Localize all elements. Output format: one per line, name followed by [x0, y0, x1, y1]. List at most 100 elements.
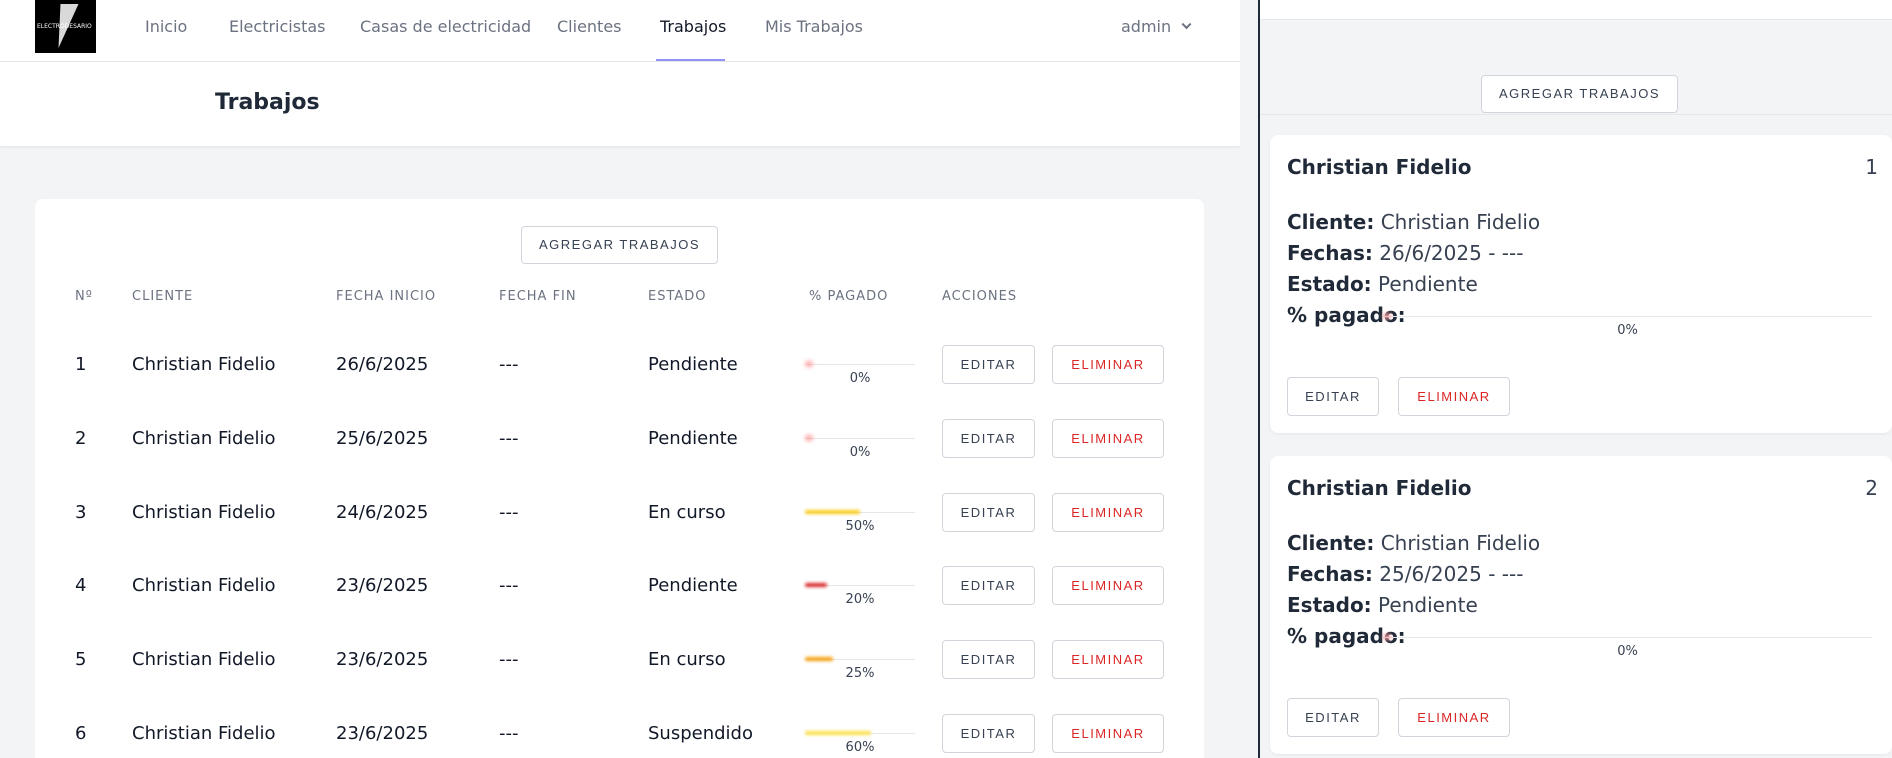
row-estado: Pendiente: [648, 575, 738, 596]
payment-progress-label: 0%: [1617, 323, 1638, 338]
col-header-number: Nº: [75, 289, 93, 304]
payment-progress-label: 20%: [845, 592, 875, 607]
delete-button[interactable]: ELIMINAR: [1052, 640, 1164, 679]
delete-button[interactable]: ELIMINAR: [1052, 419, 1164, 458]
payment-progress-bar: [805, 361, 915, 367]
job-card-title: Christian Fidelio: [1287, 476, 1472, 500]
row-cliente: Christian Fidelio: [132, 502, 276, 523]
row-cliente: Christian Fidelio: [132, 649, 276, 670]
row-fecha-inicio: 23/6/2025: [336, 723, 429, 744]
cliente-label: Cliente:: [1287, 210, 1375, 234]
payment-progress-bar: [805, 435, 915, 441]
edit-button[interactable]: EDITAR: [942, 345, 1035, 384]
delete-button[interactable]: ELIMINAR: [1052, 714, 1164, 753]
table-row: 4 Christian Fidelio 23/6/2025 --- Pendiente 2…: [35, 549, 1204, 623]
page-title: Trabajos: [215, 90, 320, 115]
job-card: Christian Fidelio 1 Cliente: Christian Fid…: [1270, 135, 1892, 433]
payment-progress-bar: [805, 657, 915, 661]
payment-progress-fill: [1383, 634, 1391, 640]
estado-value: Pendiente: [1378, 593, 1478, 617]
row-cliente: Christian Fidelio: [132, 428, 276, 449]
job-card-title: Christian Fidelio: [1287, 155, 1472, 179]
estado-value: Pendiente: [1378, 272, 1478, 296]
row-fecha-inicio: 23/6/2025: [336, 575, 429, 596]
payment-progress-label: 0%: [849, 371, 871, 386]
job-card-fechas: Fechas: 26/6/2025 - ---: [1287, 241, 1523, 265]
brand-logo[interactable]: ELECTRODESARIO: [35, 0, 96, 53]
row-cliente: Christian Fidelio: [132, 354, 276, 375]
nav-item-electricistas[interactable]: Electricistas: [229, 0, 325, 53]
row-estado: En curso: [648, 649, 726, 670]
job-card: Christian Fidelio 2 Cliente: Christian Fid…: [1270, 456, 1892, 754]
nav-item-inicio[interactable]: Inicio: [145, 0, 187, 53]
row-fecha-fin: ---: [499, 354, 519, 375]
cliente-label: Cliente:: [1287, 531, 1375, 555]
edit-button[interactable]: EDITAR: [942, 566, 1035, 605]
edit-button[interactable]: EDITAR: [942, 640, 1035, 679]
row-fecha-fin: ---: [499, 502, 519, 523]
row-number: 1: [75, 354, 87, 375]
mobile-add-bar: AGREGAR TRABAJOS: [1260, 20, 1892, 115]
chevron-down-icon: [1181, 19, 1192, 30]
row-estado: Suspendido: [648, 723, 753, 744]
payment-progress-fill: [805, 510, 860, 514]
job-card-cliente: Cliente: Christian Fidelio: [1287, 531, 1540, 555]
mobile-topbar: [1260, 0, 1892, 20]
row-estado: En curso: [648, 502, 726, 523]
top-navigation: ELECTRODESARIO Inicio Electricistas Casa…: [0, 0, 1240, 62]
jobs-table-card: AGREGAR TRABAJOS Nº CLIENTE FECHA INICIO…: [35, 199, 1204, 758]
row-cliente: Christian Fidelio: [132, 575, 276, 596]
mobile-add-job-button[interactable]: AGREGAR TRABAJOS: [1481, 75, 1678, 113]
edit-button[interactable]: EDITAR: [942, 493, 1035, 532]
edit-button[interactable]: EDITAR: [1287, 377, 1379, 416]
cliente-value: Christian Fidelio: [1380, 531, 1541, 555]
job-card-estado: Estado: Pendiente: [1287, 272, 1478, 296]
row-fecha-inicio: 23/6/2025: [336, 649, 429, 670]
row-fecha-fin: ---: [499, 723, 519, 744]
delete-button[interactable]: ELIMINAR: [1052, 566, 1164, 605]
estado-label: Estado:: [1287, 593, 1372, 617]
page-header: Trabajos: [0, 62, 1240, 146]
fechas-label: Fechas:: [1287, 562, 1373, 586]
col-header-acciones: ACCIONES: [942, 289, 1018, 304]
payment-progress-fill: [805, 361, 813, 367]
row-estado: Pendiente: [648, 354, 738, 375]
row-number: 4: [75, 575, 87, 596]
nav-item-trabajos[interactable]: Trabajos: [660, 0, 726, 53]
fechas-label: Fechas:: [1287, 241, 1373, 265]
table-row: 1 Christian Fidelio 26/6/2025 --- Pendiente 0…: [35, 328, 1204, 402]
row-fecha-inicio: 24/6/2025: [336, 502, 429, 523]
delete-button[interactable]: ELIMINAR: [1052, 493, 1164, 532]
delete-button[interactable]: ELIMINAR: [1052, 345, 1164, 384]
payment-progress-label: 25%: [845, 666, 875, 681]
fechas-value: 25/6/2025 - ---: [1379, 562, 1524, 586]
row-cliente: Christian Fidelio: [132, 723, 276, 744]
estado-label: Estado:: [1287, 272, 1372, 296]
user-menu[interactable]: admin: [1121, 0, 1192, 53]
row-estado: Pendiente: [648, 428, 738, 449]
logo-text: ELECTRODESARIO: [37, 23, 92, 30]
delete-button[interactable]: ELIMINAR: [1398, 377, 1510, 416]
fechas-value: 26/6/2025 - ---: [1379, 241, 1524, 265]
payment-progress-fill: [805, 731, 871, 735]
row-number: 6: [75, 723, 87, 744]
nav-item-mis-trabajos[interactable]: Mis Trabajos: [765, 0, 863, 53]
delete-button[interactable]: ELIMINAR: [1398, 698, 1510, 737]
add-job-button[interactable]: AGREGAR TRABAJOS: [521, 226, 718, 264]
cliente-value: Christian Fidelio: [1380, 210, 1541, 234]
nav-item-casas-de-electricidad[interactable]: Casas de electricidad: [360, 0, 531, 53]
payment-progress-fill: [805, 435, 813, 441]
edit-button[interactable]: EDITAR: [942, 714, 1035, 753]
edit-button[interactable]: EDITAR: [1287, 698, 1379, 737]
row-fecha-fin: ---: [499, 428, 519, 449]
desktop-view: ELECTRODESARIO Inicio Electricistas Casa…: [0, 0, 1240, 758]
edit-button[interactable]: EDITAR: [942, 419, 1035, 458]
table-row: 5 Christian Fidelio 23/6/2025 --- En curso 25…: [35, 623, 1204, 697]
payment-progress-bar: [1383, 634, 1872, 640]
job-card-fechas: Fechas: 25/6/2025 - ---: [1287, 562, 1523, 586]
col-header-cliente: CLIENTE: [132, 289, 194, 304]
payment-progress-label: 50%: [845, 519, 875, 534]
nav-item-clientes[interactable]: Clientes: [557, 0, 622, 53]
payment-progress-bar: [805, 510, 915, 514]
job-card-number: 1: [1865, 155, 1878, 179]
